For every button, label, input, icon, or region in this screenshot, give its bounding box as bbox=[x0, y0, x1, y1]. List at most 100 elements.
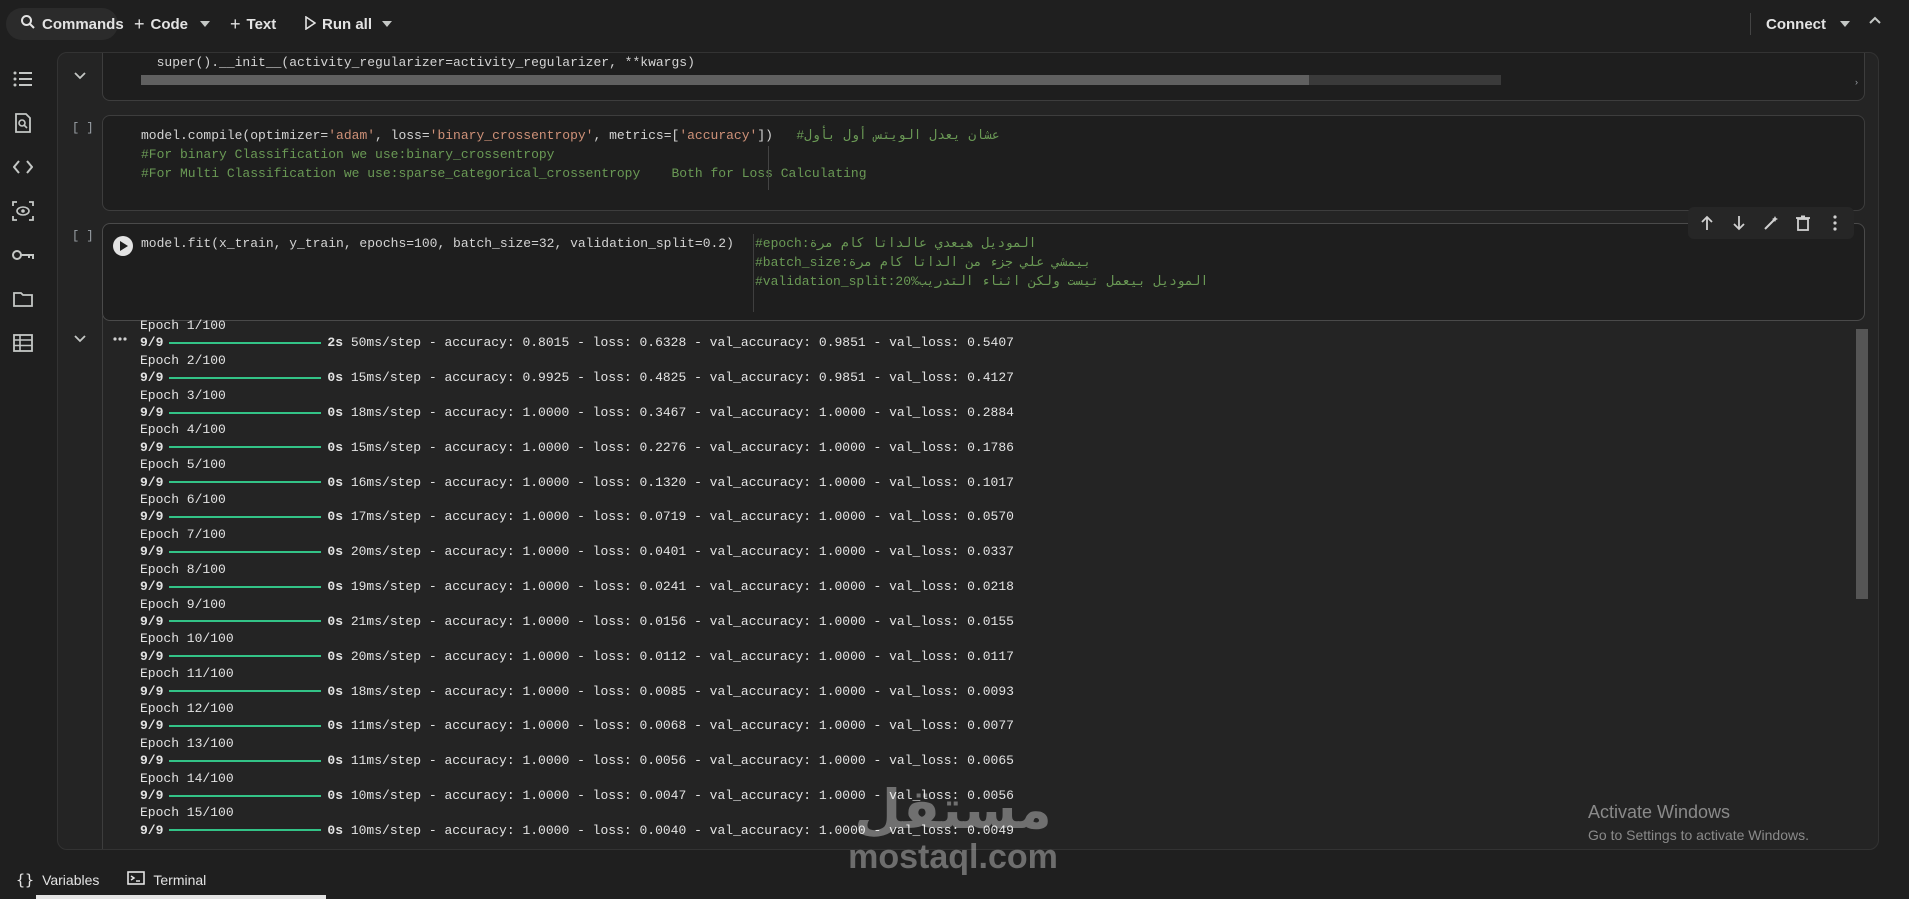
code-dropdown-caret[interactable] bbox=[200, 21, 210, 27]
epoch-header-line: Epoch 6/100 bbox=[140, 492, 226, 508]
toolbar-divider bbox=[1750, 13, 1751, 35]
activate-windows-subtitle: Go to Settings to activate Windows. bbox=[1588, 827, 1809, 843]
epoch-time: 0s bbox=[327, 753, 344, 769]
prev-output-cell: super().__init__(activity_regularizer=ac… bbox=[102, 53, 1865, 101]
epoch-metrics-line: 9/9 0s 15ms/step - accuracy: 1.0000 - los… bbox=[140, 439, 1014, 456]
toolbar: Commands + Code + Text Run all Connect bbox=[0, 0, 1909, 48]
more-options-icon[interactable] bbox=[1824, 212, 1846, 234]
cell-toolbar bbox=[1688, 207, 1854, 239]
epoch-header-line: Epoch 7/100 bbox=[140, 526, 226, 542]
cell2-comment1[interactable]: #epoch:الموديل هيعدي عالداتا كام مرة bbox=[755, 234, 1036, 253]
cell-output: Epoch 1/100 9/9 2s 50ms/step - accuracy: 0… bbox=[103, 317, 1866, 845]
cell1-line2[interactable]: #For binary Classification we use:binary… bbox=[141, 145, 554, 164]
add-text-button[interactable]: + Text bbox=[222, 8, 284, 40]
terminal-button[interactable]: Terminal bbox=[127, 871, 206, 888]
status-bar: {} Variables Terminal bbox=[0, 860, 1909, 899]
horizontal-scrollbar[interactable] bbox=[141, 75, 1501, 85]
epoch-metrics: 15ms/step - accuracy: 1.0000 - loss: 0.2… bbox=[350, 439, 1014, 455]
left-rail bbox=[0, 52, 46, 852]
cell2-comment3[interactable]: #validation_split:20%الموديل بيعمل تيست … bbox=[755, 272, 1208, 291]
epoch-metrics: 19ms/step - accuracy: 1.0000 - loss: 0.0… bbox=[350, 579, 1014, 595]
output-vertical-scrollbar[interactable] bbox=[1854, 317, 1868, 849]
connect-button[interactable]: Connect bbox=[1758, 8, 1834, 40]
step-count: 9/9 bbox=[140, 718, 164, 734]
step-count: 9/9 bbox=[140, 370, 164, 386]
run-all-dropdown-caret[interactable] bbox=[382, 21, 392, 27]
edit-magic-wand-icon[interactable] bbox=[1760, 212, 1782, 234]
notebook-panel: super().__init__(activity_regularizer=ac… bbox=[57, 52, 1879, 850]
step-count: 9/9 bbox=[140, 544, 164, 560]
code-cell-fit[interactable]: model.fit(x_train, y_train, epochs=100, … bbox=[102, 223, 1865, 321]
collapse-chevron-icon[interactable] bbox=[1868, 14, 1882, 33]
scroll-up-arrow-icon[interactable]: › bbox=[1855, 77, 1858, 87]
variable-inspector-icon[interactable] bbox=[10, 198, 36, 224]
plus-icon: + bbox=[230, 13, 241, 34]
files-folder-icon[interactable] bbox=[10, 286, 36, 312]
epoch-metrics-line: 9/9 0s 20ms/step - accuracy: 1.0000 - los… bbox=[140, 648, 1014, 665]
epoch-metrics: 11ms/step - accuracy: 1.0000 - loss: 0.0… bbox=[350, 753, 1014, 769]
epoch-metrics-line: 9/9 0s 19ms/step - accuracy: 1.0000 - los… bbox=[140, 578, 1014, 595]
run-cell-button[interactable] bbox=[113, 236, 133, 256]
secrets-key-icon[interactable] bbox=[10, 242, 36, 268]
move-down-arrow-icon[interactable] bbox=[1728, 212, 1750, 234]
cell1-execution-count: [ ] bbox=[72, 121, 94, 135]
step-count: 9/9 bbox=[140, 787, 164, 803]
epoch-metrics-line: 9/9 2s 50ms/step - accuracy: 0.8015 - los… bbox=[140, 334, 1014, 351]
progress-bar bbox=[169, 341, 322, 344]
string-token: 'binary_crossentropy' bbox=[429, 128, 594, 143]
code-cell-compile[interactable]: model.compile(optimizer='adam', loss='bi… bbox=[102, 115, 1865, 211]
cell2-code-line[interactable]: model.fit(x_train, y_train, epochs=100, … bbox=[141, 234, 734, 253]
code-token: ]) bbox=[757, 128, 797, 143]
variables-label: Variables bbox=[42, 871, 100, 888]
code-snippets-icon[interactable] bbox=[10, 154, 36, 180]
variables-button[interactable]: {} Variables bbox=[16, 871, 99, 889]
progress-bar bbox=[169, 724, 322, 727]
text-label: Text bbox=[246, 15, 277, 33]
epoch-metrics: 21ms/step - accuracy: 1.0000 - loss: 0.0… bbox=[350, 613, 1014, 629]
epoch-metrics: 50ms/step - accuracy: 0.8015 - loss: 0.6… bbox=[350, 335, 1014, 351]
horizontal-scrollbar-thumb[interactable] bbox=[141, 75, 1309, 85]
epoch-time: 0s bbox=[327, 474, 344, 490]
braces-icon: {} bbox=[16, 870, 35, 889]
code-token: , metrics=[ bbox=[593, 128, 680, 143]
epoch-time: 0s bbox=[327, 787, 344, 803]
progress-bar bbox=[169, 585, 322, 588]
delete-trash-icon[interactable] bbox=[1792, 212, 1814, 234]
terminal-icon bbox=[127, 871, 146, 888]
prev-output-collapse-icon[interactable] bbox=[74, 67, 86, 85]
terminal-label: Terminal bbox=[153, 871, 207, 888]
step-count: 9/9 bbox=[140, 683, 164, 699]
epoch-header-line: Epoch 4/100 bbox=[140, 422, 226, 438]
move-up-arrow-icon[interactable] bbox=[1696, 212, 1718, 234]
step-count: 9/9 bbox=[140, 822, 164, 838]
activate-windows-title: Activate Windows bbox=[1588, 802, 1731, 822]
table-of-contents-icon[interactable] bbox=[10, 66, 36, 92]
connect-dropdown-caret[interactable] bbox=[1840, 21, 1850, 27]
step-count: 9/9 bbox=[140, 753, 164, 769]
epoch-metrics-line: 9/9 0s 20ms/step - accuracy: 1.0000 - los… bbox=[140, 543, 1014, 560]
epoch-time: 0s bbox=[327, 648, 344, 664]
run-all-button[interactable]: Run all bbox=[296, 8, 380, 40]
find-replace-icon[interactable] bbox=[10, 110, 36, 136]
progress-bar bbox=[169, 655, 322, 658]
plus-icon: + bbox=[134, 13, 145, 34]
cell1-line1[interactable]: model.compile(optimizer='adam', loss='bi… bbox=[141, 126, 1000, 145]
output-collapse-icon[interactable] bbox=[74, 330, 86, 348]
epoch-time: 0s bbox=[327, 822, 344, 838]
epoch-metrics-line: 9/9 0s 18ms/step - accuracy: 1.0000 - los… bbox=[140, 404, 1014, 421]
epoch-metrics: 11ms/step - accuracy: 1.0000 - loss: 0.0… bbox=[350, 718, 1014, 734]
epoch-header-line: Epoch 2/100 bbox=[140, 352, 226, 368]
output-scrollbar-thumb[interactable] bbox=[1856, 329, 1868, 599]
epoch-header-line: Epoch 3/100 bbox=[140, 387, 226, 403]
epoch-metrics: 15ms/step - accuracy: 0.9925 - loss: 0.4… bbox=[350, 370, 1014, 386]
epoch-metrics-line: 9/9 0s 15ms/step - accuracy: 0.9925 - los… bbox=[140, 369, 1014, 386]
data-table-icon[interactable] bbox=[10, 330, 36, 356]
epoch-header-line: Epoch 12/100 bbox=[140, 700, 234, 716]
bottom-progress-strip bbox=[36, 895, 326, 899]
cell2-comment2[interactable]: #batch_size:بيمشي علي جزء من الداتا كام … bbox=[755, 253, 1091, 272]
comment-token: #عشان يعدل الويتس أول بأول bbox=[796, 128, 1000, 143]
add-code-button[interactable]: + Code bbox=[126, 8, 196, 40]
epoch-header-line: Epoch 5/100 bbox=[140, 457, 226, 473]
cell1-line3[interactable]: #For Multi Classification we use:sparse_… bbox=[141, 164, 867, 183]
commands-button[interactable]: Commands bbox=[12, 8, 132, 40]
